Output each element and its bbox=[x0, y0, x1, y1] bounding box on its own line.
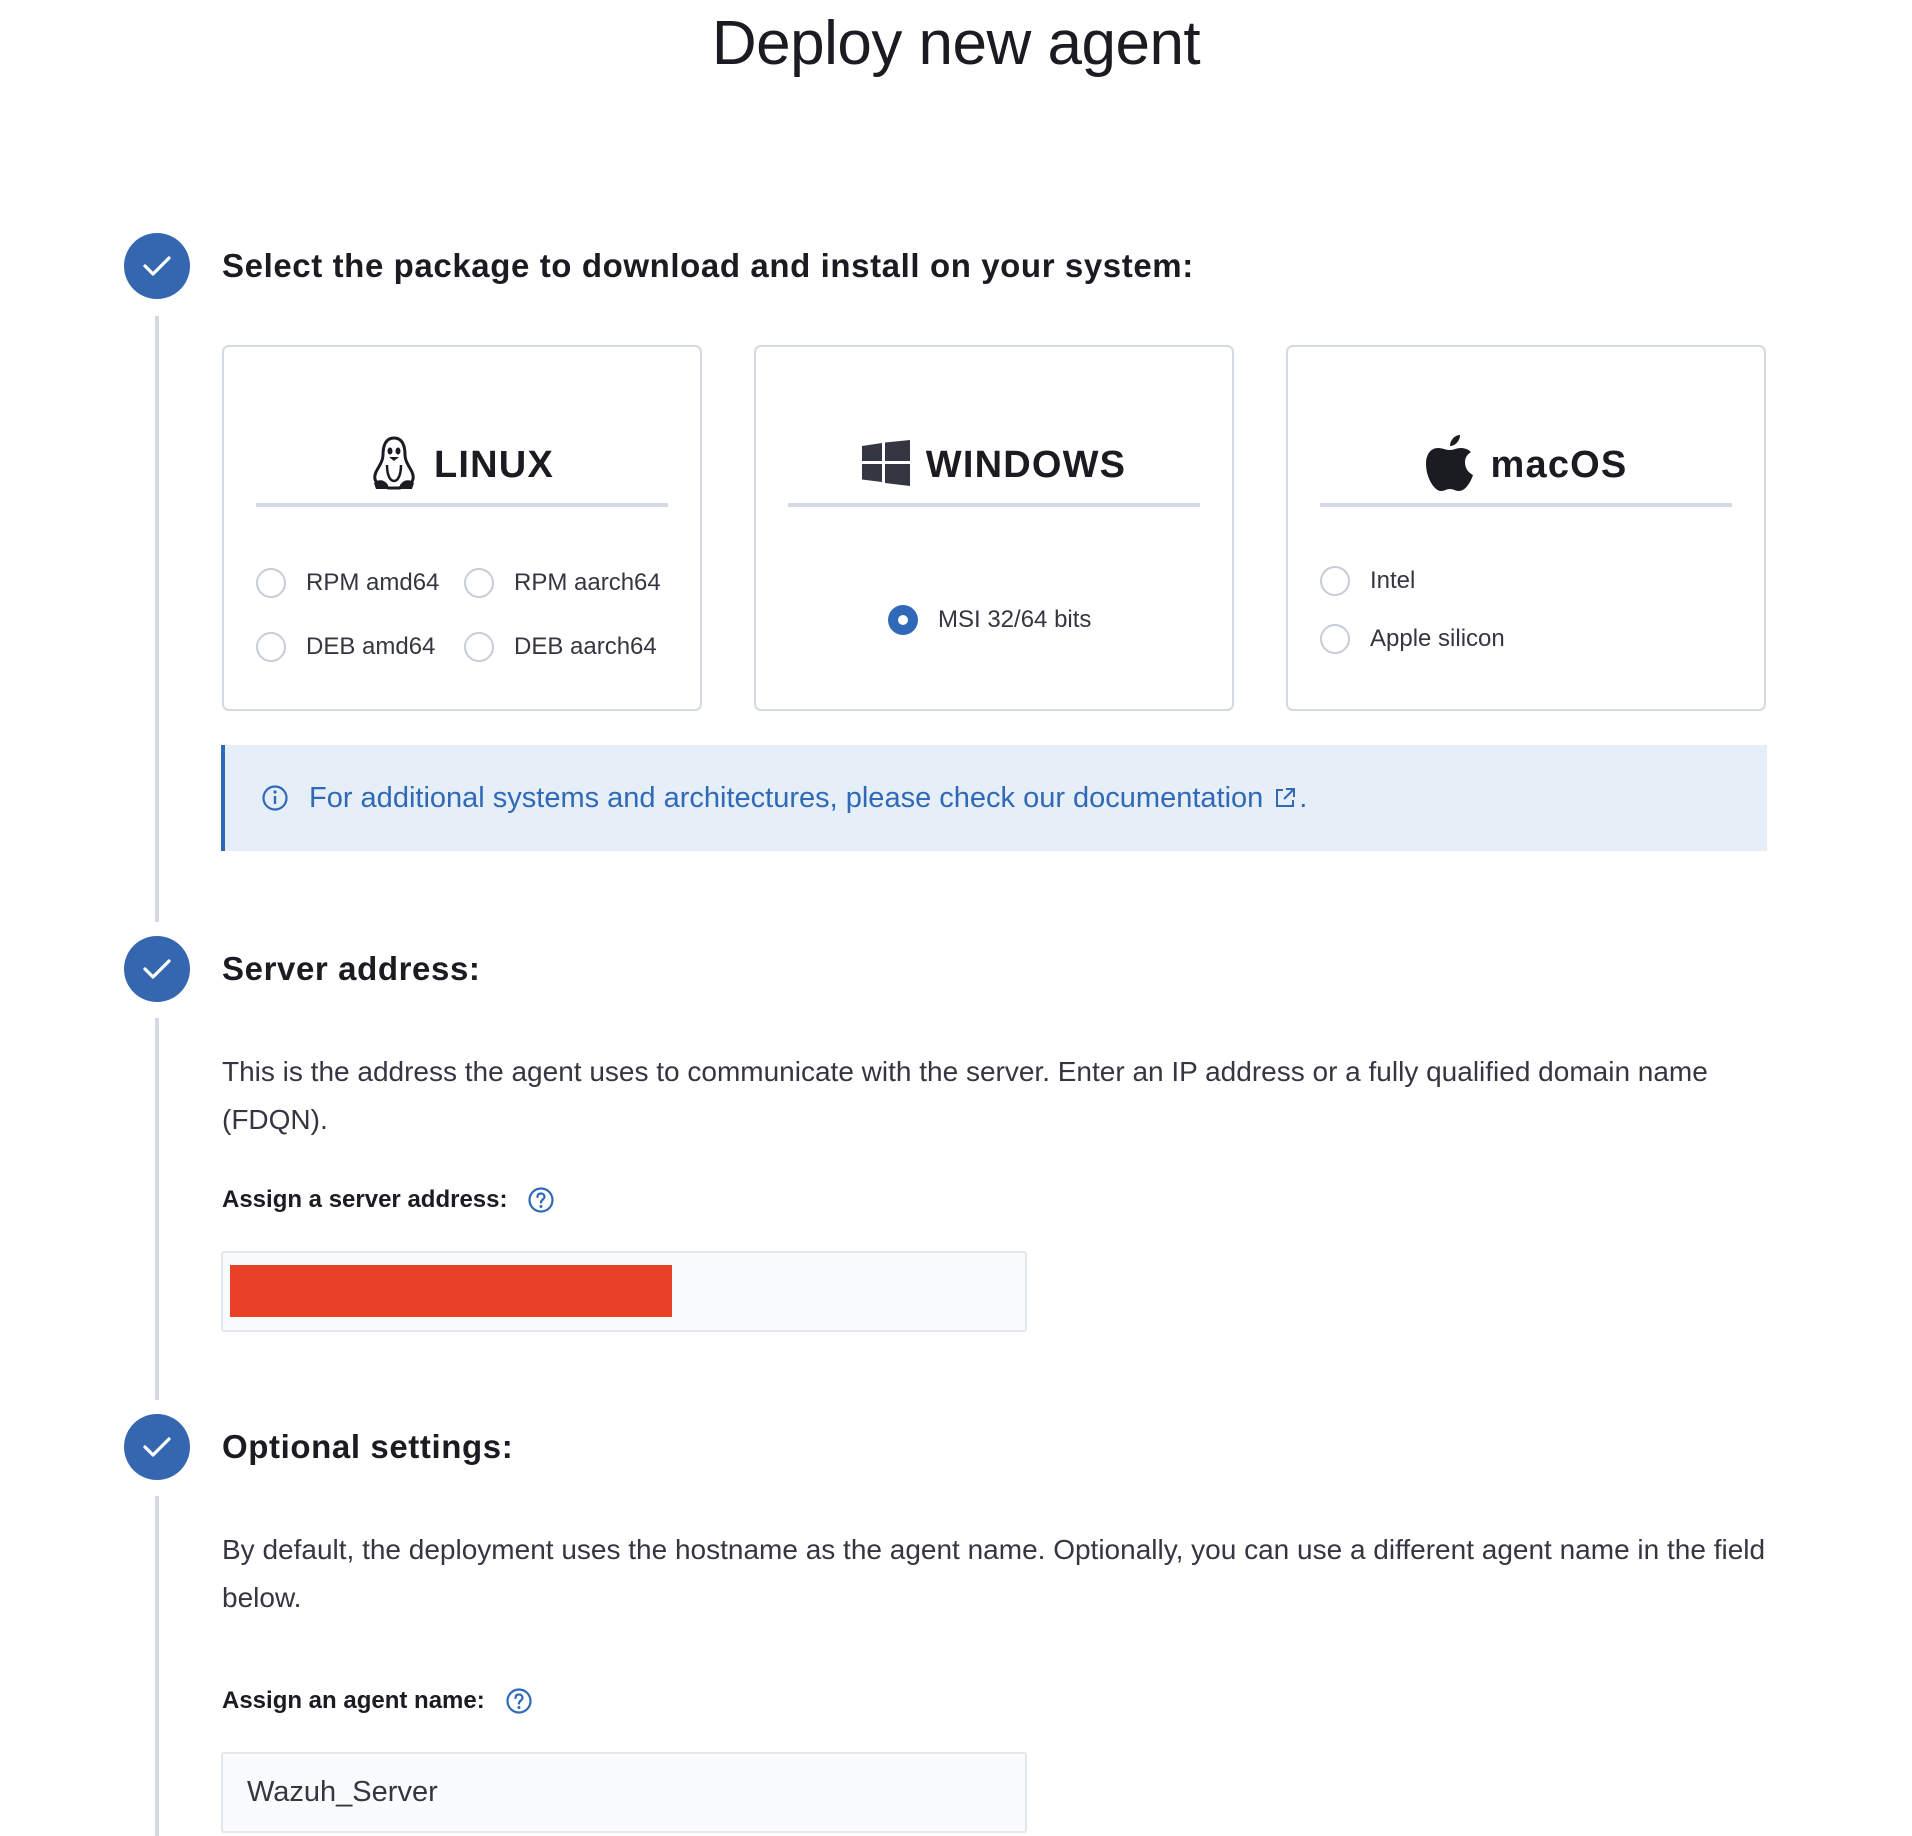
external-link-icon[interactable] bbox=[1273, 786, 1297, 810]
server-address-label-text: Assign a server address: bbox=[222, 1186, 508, 1213]
server-address-input[interactable] bbox=[221, 1251, 1027, 1332]
agent-name-label-text: Assign an agent name: bbox=[222, 1687, 485, 1714]
info-icon bbox=[261, 784, 289, 812]
step-1-title: Select the package to download and insta… bbox=[222, 247, 1194, 284]
step-1-connector bbox=[155, 316, 159, 922]
windows-card-header: WINDOWS bbox=[788, 427, 1200, 507]
apple-icon bbox=[1425, 433, 1475, 498]
linux-card-title: LINUX bbox=[434, 443, 554, 486]
step-3-connector bbox=[155, 1496, 159, 1836]
radio-apple-silicon[interactable]: Apple silicon bbox=[1320, 624, 1505, 654]
radio-deb-amd64[interactable]: DEB amd64 bbox=[256, 632, 435, 662]
radio-button[interactable] bbox=[1320, 624, 1350, 654]
radio-rpm-aarch64[interactable]: RPM aarch64 bbox=[464, 568, 661, 598]
step-3-title: Optional settings: bbox=[222, 1428, 514, 1465]
radio-label: RPM amd64 bbox=[306, 569, 440, 596]
radio-button[interactable] bbox=[464, 632, 494, 662]
help-icon[interactable] bbox=[505, 1687, 533, 1715]
radio-button[interactable] bbox=[464, 568, 494, 598]
linux-card-header: LINUX bbox=[256, 427, 668, 507]
radio-label: DEB amd64 bbox=[306, 633, 436, 660]
server-address-label: Assign a server address: bbox=[222, 1186, 555, 1214]
step-3-complete-icon bbox=[124, 1414, 190, 1480]
radio-deb-aarch64[interactable]: DEB aarch64 bbox=[464, 632, 657, 662]
radio-label: Intel bbox=[1370, 567, 1416, 594]
macos-card-title: macOS bbox=[1490, 443, 1628, 486]
documentation-callout: For additional systems and architectures… bbox=[221, 745, 1767, 851]
radio-button[interactable] bbox=[256, 568, 286, 598]
callout-period: . bbox=[1299, 781, 1308, 814]
linux-card: LINUX RPM amd64 RPM aarch64 DEB amd64 DE… bbox=[222, 345, 702, 711]
radio-label: DEB aarch64 bbox=[514, 633, 657, 660]
agent-name-label: Assign an agent name: bbox=[222, 1687, 533, 1715]
macos-card: macOS Intel Apple silicon bbox=[1286, 345, 1766, 711]
page-title: Deploy new agent bbox=[711, 9, 1201, 78]
radio-button[interactable] bbox=[1320, 566, 1350, 596]
radio-msi-32-64[interactable]: MSI 32/64 bits bbox=[888, 605, 1091, 635]
radio-label: Apple silicon bbox=[1370, 625, 1505, 652]
radio-label: MSI 32/64 bits bbox=[938, 606, 1092, 633]
documentation-link[interactable]: For additional systems and architectures… bbox=[309, 782, 1263, 815]
radio-button[interactable] bbox=[256, 632, 286, 662]
radio-button-selected[interactable] bbox=[888, 605, 918, 635]
optional-settings-description: By default, the deployment uses the host… bbox=[222, 1534, 1766, 1613]
step-2-title: Server address: bbox=[222, 950, 481, 987]
radio-rpm-amd64[interactable]: RPM amd64 bbox=[256, 568, 439, 598]
step-2-complete-icon bbox=[124, 936, 190, 1002]
radio-label: RPM aarch64 bbox=[514, 569, 661, 596]
step-2-connector bbox=[155, 1018, 159, 1400]
windows-icon bbox=[861, 439, 910, 491]
help-icon[interactable] bbox=[527, 1186, 555, 1214]
agent-name-input[interactable]: Wazuh_Server bbox=[221, 1752, 1027, 1833]
windows-card: WINDOWS MSI 32/64 bits bbox=[754, 345, 1234, 711]
step-1-complete-icon bbox=[124, 233, 190, 299]
macos-card-header: macOS bbox=[1320, 427, 1732, 507]
radio-intel[interactable]: Intel bbox=[1320, 566, 1415, 596]
linux-tux-icon bbox=[370, 435, 418, 496]
server-address-description: This is the address the agent uses to co… bbox=[222, 1056, 1708, 1135]
windows-card-title: WINDOWS bbox=[925, 443, 1127, 486]
